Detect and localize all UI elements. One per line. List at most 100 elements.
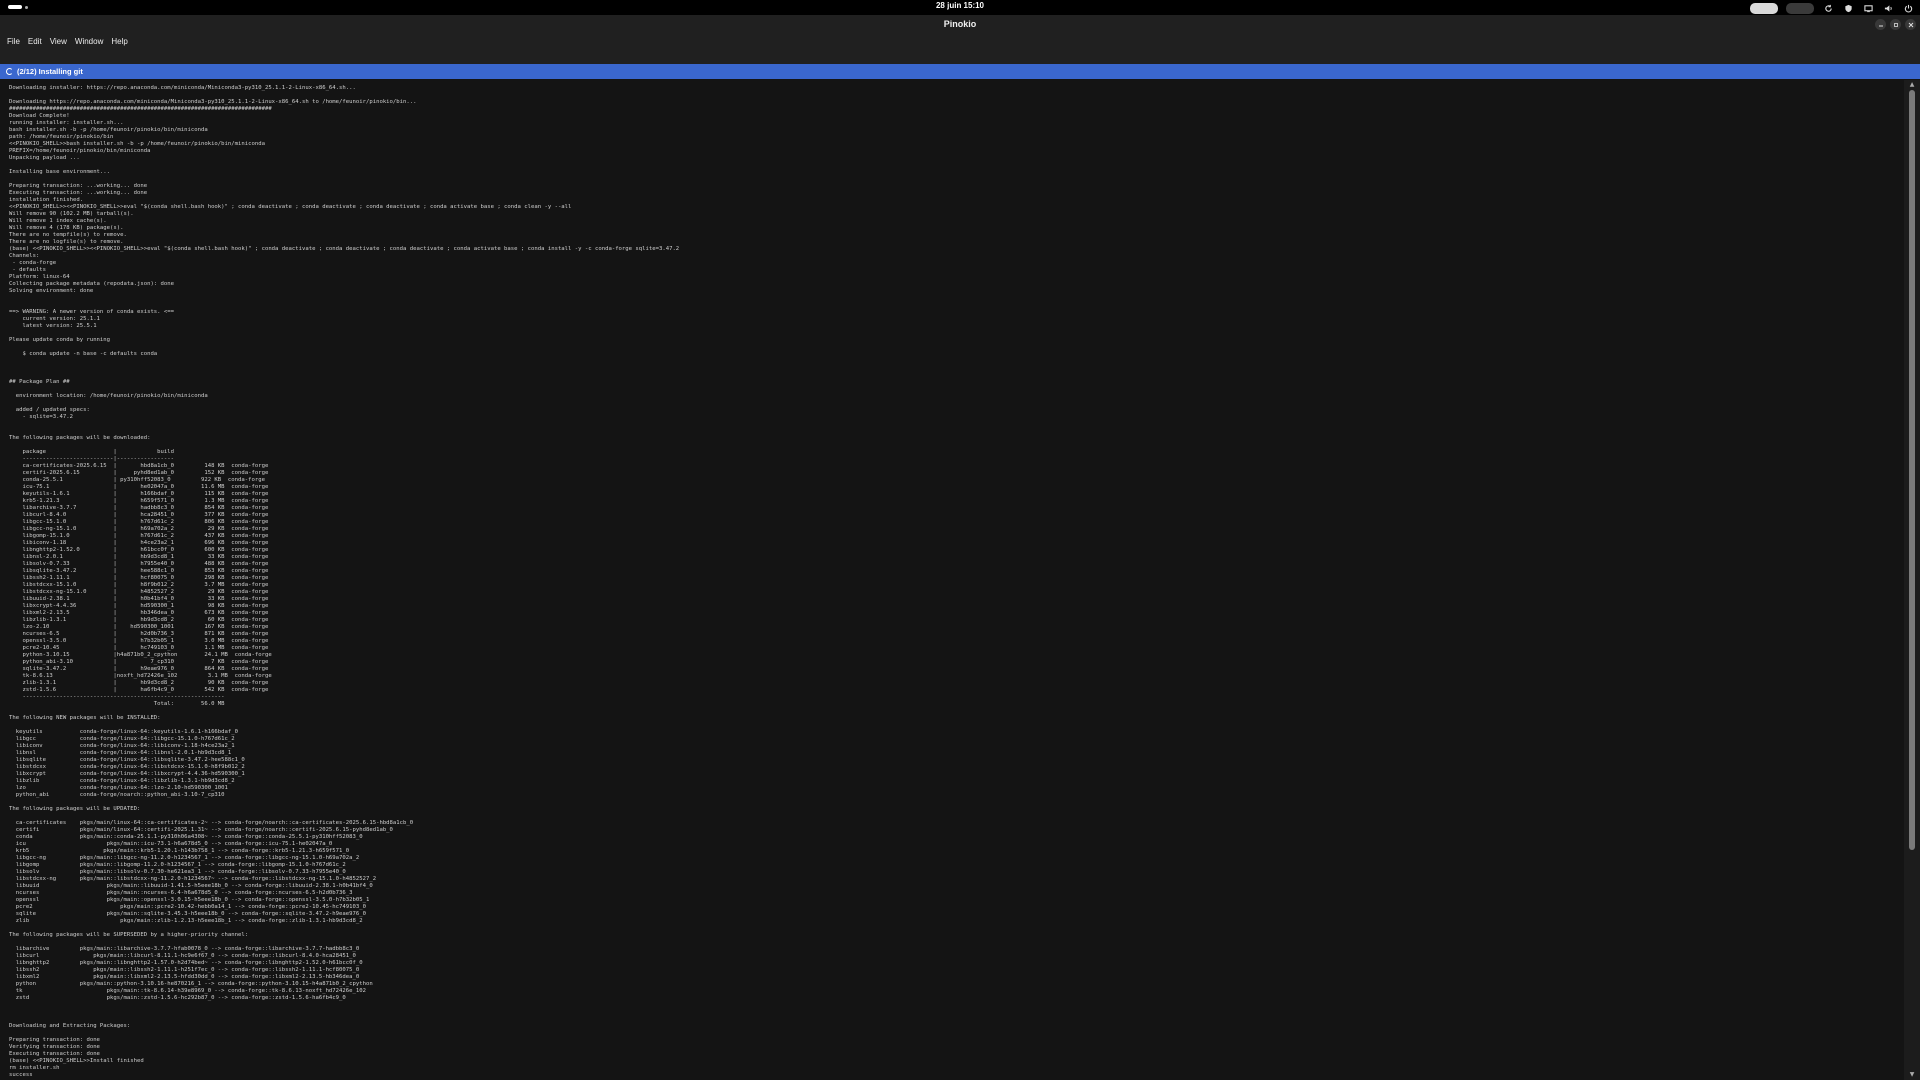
terminal-line: added / updated specs: (15, 407, 90, 413)
window-controls (1875, 19, 1916, 30)
terminal-line: libzlib-1.3.1 | hb9d3cd8_2 60 KB conda-f… (22, 617, 269, 623)
minimize-icon (1878, 25, 1883, 26)
scroll-up-icon[interactable]: ▲ (1908, 82, 1916, 88)
spinner-icon (6, 68, 13, 75)
restore-icon (1893, 22, 1898, 27)
terminal-line: Downloading https://repo.anaconda.com/mi… (9, 99, 417, 105)
shield-icon[interactable] (1842, 2, 1854, 14)
terminal-line: tk-8.6.13 |noxft_hd72426e_102 3.1 MB con… (22, 673, 272, 679)
terminal-line: krb5 pkgs/main::krb5-1.20.1-h143b758_1 -… (15, 848, 350, 854)
terminal-line: ==> WARNING: A newer version of conda ex… (9, 309, 175, 315)
terminal-line: libgomp-15.1.0 | h767d61c_2 437 KB conda… (22, 533, 269, 539)
terminal-line: libssh2-1.11.1 | hcf80075_0 298 KB conda… (22, 575, 269, 581)
sync-icon[interactable] (1822, 2, 1834, 14)
terminal-line: openssl pkgs/main::openssl-3.0.15-h5eee1… (15, 897, 370, 903)
terminal-line: ########################################… (9, 106, 272, 112)
system-tray (1750, 2, 1914, 14)
power-icon[interactable] (1902, 2, 1914, 14)
terminal-line: lzo conda-forge/linux-64::lzo-2.10-hd590… (15, 785, 228, 791)
terminal-line: libsqlite conda-forge/linux-64::libsqlit… (15, 757, 245, 763)
terminal-line: (base) <<PINOKIO_SHELL>><<PINOKIO_SHELL>… (9, 246, 680, 252)
terminal-line: certifi pkgs/main/linux-64::certifi-2025… (15, 827, 393, 833)
terminal-line: zlib pkgs/main::zlib-1.2.13-h5eee18b_1 -… (15, 918, 363, 924)
terminal-line: libxcrypt conda-forge/linux-64::libxcryp… (15, 771, 245, 777)
terminal-line: libnghttp2-1.52.0 | h61bcc0f_0 600 KB co… (22, 547, 269, 553)
terminal-log: Downloading installer: https://repo.anac… (0, 80, 1904, 1079)
terminal-line: Solving environment: done (9, 288, 94, 294)
volume-icon[interactable] (1882, 2, 1894, 14)
workspace-switcher[interactable] (1786, 2, 1814, 14)
terminal-line: libcurl pkgs/main::libcurl-8.11.1-hc9e6f… (15, 953, 356, 959)
menu-window[interactable]: Window (71, 36, 107, 48)
system-top-bar: 28 juin 15:10 (0, 0, 1920, 15)
terminal-line: <<PINOKIO_SHELL>>bash installer.sh -b -p… (9, 141, 265, 147)
terminal-line: path: /home/feunoir/pinokio/bin (9, 134, 114, 140)
terminal-line: libxml2 pkgs/main::libxml2-2.13.5-hfdd30… (15, 974, 360, 980)
terminal-line: libcurl-8.4.0 | hca28451_0 377 KB conda-… (22, 512, 269, 518)
terminal-line: Unpacking payload ... (9, 155, 80, 161)
maximize-button[interactable] (1890, 19, 1901, 30)
minimize-button[interactable] (1875, 19, 1886, 30)
terminal-line: zstd-1.5.6 | ha6fb4c9_0 542 KB conda-for… (22, 687, 269, 693)
window-titlebar[interactable]: Pinokio (0, 15, 1920, 35)
terminal-line: (base) <<PINOKIO_SHELL>>Install finished (9, 1058, 144, 1064)
terminal-line: python-3.10.15 |h4a871b0_2_cpython 24.1 … (22, 652, 272, 658)
terminal-line: - defaults (12, 267, 47, 273)
terminal-line: libxcrypt-4.4.36 | hd590300_1 98 KB cond… (22, 603, 269, 609)
terminal-output[interactable]: Downloading installer: https://repo.anac… (0, 80, 1904, 1080)
terminal-line: bash installer.sh -b -p /home/feunoir/pi… (9, 127, 208, 133)
toolbar-area (0, 49, 1920, 64)
terminal-line: libstdcxx-15.1.0 | h8f9b012_2 3.7 MB con… (22, 582, 269, 588)
menu-view[interactable]: View (46, 36, 71, 48)
terminal-line: libgcc-ng-15.1.0 | h69a702a_2 29 KB cond… (22, 526, 269, 532)
terminal-line: Executing transaction: done (9, 1051, 100, 1057)
terminal-line: The following NEW packages will be INSTA… (9, 715, 161, 721)
terminal-line: Preparing transaction: done (9, 1037, 100, 1043)
menu-edit[interactable]: Edit (24, 36, 46, 48)
menu-help[interactable]: Help (107, 36, 131, 48)
scroll-down-icon[interactable]: ▼ (1908, 1072, 1916, 1078)
terminal-line: Preparing transaction: ...working... don… (9, 183, 148, 189)
terminal-line: krb5-1.21.3 | h659f571_0 1.3 MB conda-fo… (22, 498, 269, 504)
menu-file[interactable]: File (3, 36, 24, 48)
terminal-line: certifi-2025.6.15 | pyhd8ed1ab_0 152 KB … (22, 470, 269, 476)
terminal-line: current version: 25.1.1 (22, 316, 100, 322)
terminal-line: Executing transaction: ...working... don… (9, 190, 148, 196)
terminal-line: icu pkgs/main::icu-73.1-h6a678d5_0 --> c… (15, 841, 333, 847)
terminal-line: libarchive pkgs/main::libarchive-3.7.7-h… (15, 946, 360, 952)
terminal-line: libgcc-ng pkgs/main::libgcc-ng-11.2.0-h1… (15, 855, 360, 861)
terminal-line: libnghttp2 pkgs/main::libnghttp2-1.57.0-… (15, 960, 363, 966)
terminal-line: keyutils-1.6.1 | h166bdaf_0 115 KB conda… (22, 491, 269, 497)
terminal-line: ---------------------------|------------… (22, 456, 175, 462)
screen-icon[interactable] (1862, 2, 1874, 14)
terminal-line: openssl-3.5.0 | h7b32b05_1 3.0 MB conda-… (22, 638, 269, 644)
scrollbar-thumb[interactable] (1909, 90, 1915, 850)
terminal-line: ca-certificates-2025.6.15 | hbd8a1cb_0 1… (22, 463, 269, 469)
terminal-line: ca-certificates pkgs/main/linux-64::ca-c… (15, 820, 414, 826)
terminal-line: running installer: installer.sh... (9, 120, 124, 126)
terminal-line: libgcc-15.1.0 | h767d61c_2 806 KB conda-… (22, 519, 269, 525)
terminal-line: Will remove 4 (178 KB) package(s). (9, 225, 124, 231)
terminal-line: Will remove 90 (102.2 MB) tarball(s). (9, 211, 134, 217)
terminal-line: Installing base environment... (9, 169, 111, 175)
keyboard-layout-indicator[interactable] (1750, 2, 1778, 14)
terminal-line: installation finished. (9, 197, 84, 203)
terminal-line: Please update conda by running (9, 337, 111, 343)
terminal-line: Platform: linux-64 (9, 274, 70, 280)
terminal-line: The following packages will be UPDATED: (9, 806, 141, 812)
close-button[interactable] (1905, 19, 1916, 30)
terminal-line: libssh2 pkgs/main::libssh2-1.11.1-h251f7… (15, 967, 360, 973)
system-clock[interactable]: 28 juin 15:10 (0, 1, 1920, 10)
terminal-line: conda pkgs/main::conda-25.1.1-py310h06a4… (15, 834, 363, 840)
terminal-line: Downloading installer: https://repo.anac… (9, 85, 356, 91)
terminal-line: There are no logfile(s) to remove. (9, 239, 124, 245)
terminal-line: libxml2-2.13.5 | hb346dea_0 673 KB conda… (22, 610, 269, 616)
terminal-line: ----------------------------------------… (22, 694, 225, 700)
terminal-line: zlib-1.3.1 | hb9d3cd8_2 90 KB conda-forg… (22, 680, 269, 686)
terminal-line: sqlite pkgs/main::sqlite-3.45.3-h5eee18b… (15, 911, 366, 917)
terminal-scrollbar[interactable]: ▲ ▼ (1904, 80, 1920, 1080)
terminal-line: zstd pkgs/main::zstd-1.5.6-hc292b87_0 --… (15, 995, 346, 1001)
terminal-line: libnsl conda-forge/linux-64::libnsl-2.0.… (15, 750, 232, 756)
terminal-line: libuuid-2.38.1 | h0b41bf4_0 33 KB conda-… (22, 596, 269, 602)
terminal-line: python pkgs/main::python-3.10.16-he87021… (15, 981, 373, 987)
